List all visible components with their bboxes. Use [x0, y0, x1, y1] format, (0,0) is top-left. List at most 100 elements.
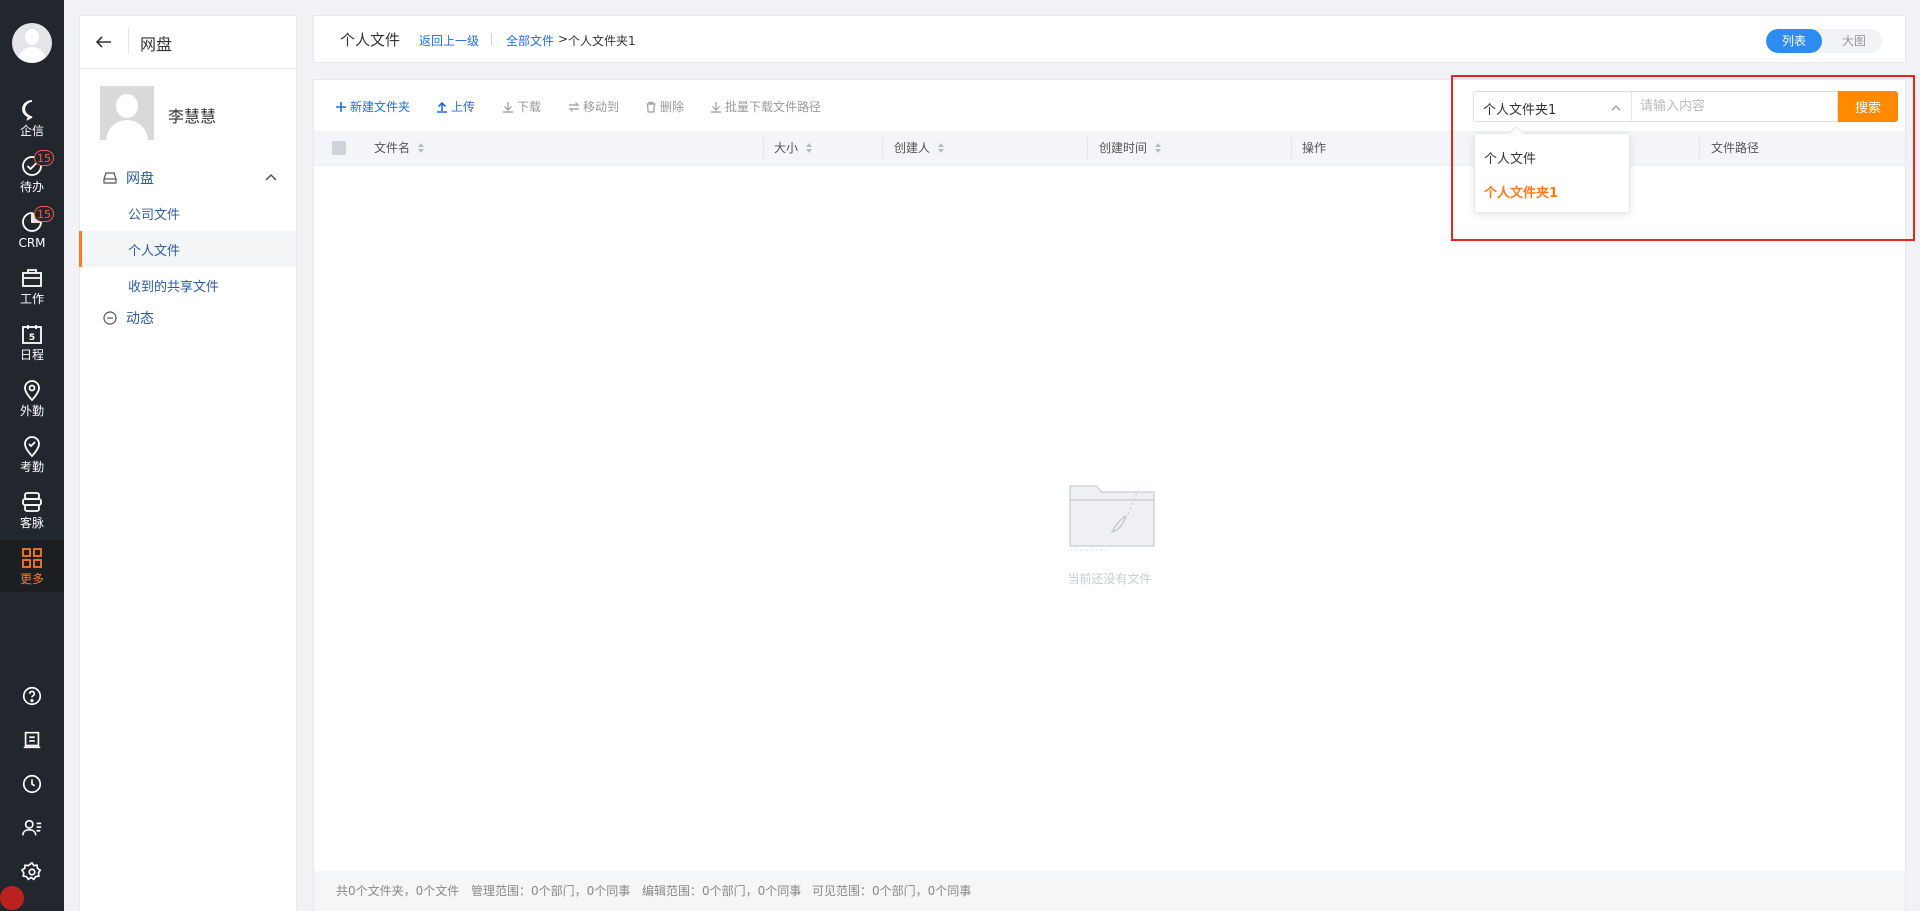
- chevron-up-icon[interactable]: [264, 171, 278, 185]
- column-divider: [1699, 137, 1700, 159]
- sidebar-item-personal-files[interactable]: 个人文件: [79, 231, 296, 267]
- upload-button[interactable]: 上传: [436, 98, 475, 115]
- netdisk-sidebar: 网盘 李慧慧 网盘 公司文件 个人文件 收到的共享文件 动态: [79, 15, 297, 911]
- contacts-button[interactable]: [0, 808, 64, 848]
- breadcrumb-separator: [491, 33, 492, 45]
- notes-icon: [23, 731, 41, 749]
- nav-item-work[interactable]: 工作: [0, 264, 64, 320]
- select-all-checkbox[interactable]: [332, 141, 346, 155]
- sidebar-item-dynamics[interactable]: 动态: [80, 303, 296, 333]
- sidebar-item-label: 公司文件: [128, 208, 181, 223]
- status-dot: [0, 886, 24, 910]
- sidebar-item-company-files[interactable]: 公司文件: [80, 195, 296, 231]
- sort-icon[interactable]: [938, 143, 945, 154]
- manage-scope: 管理范围：0个部门，0个同事: [471, 884, 631, 898]
- nav-label: 更多: [19, 572, 44, 586]
- column-label: 文件名: [374, 141, 411, 155]
- column-actions: 操作: [1302, 131, 1326, 165]
- search-scope-select[interactable]: 个人文件夹1: [1473, 91, 1631, 122]
- nav-item-todo[interactable]: 15 待办: [0, 150, 64, 208]
- page-title: 个人文件: [340, 31, 401, 49]
- sort-icon[interactable]: [418, 143, 425, 154]
- new-folder-button[interactable]: 新建文件夹: [335, 98, 410, 115]
- column-label: 创建人: [894, 141, 931, 155]
- nav-label: 外勤: [19, 404, 44, 418]
- empty-state-text: 当前还没有文件: [1067, 572, 1152, 586]
- column-divider: [1087, 137, 1088, 159]
- nav-item-more[interactable]: 更多: [0, 540, 64, 592]
- sidebar-item-label: 收到的共享文件: [128, 280, 220, 295]
- empty-folder-icon: [1069, 485, 1155, 551]
- nav-item-crm[interactable]: 15 CRM: [0, 206, 64, 264]
- notes-button[interactable]: [0, 720, 64, 760]
- delete-button[interactable]: 删除: [645, 98, 684, 115]
- nav-label: 工作: [19, 292, 44, 306]
- breadcrumb-all-files[interactable]: 全部文件: [506, 32, 554, 49]
- view-toggle: 列表 大图: [1766, 29, 1882, 53]
- column-created-time[interactable]: 创建时间: [1099, 131, 1162, 165]
- settings-icon: [21, 861, 42, 881]
- todo-badge: 15: [34, 150, 54, 166]
- back-up-link[interactable]: 返回上一级: [419, 32, 479, 49]
- column-creator[interactable]: 创建人: [894, 131, 945, 165]
- column-size[interactable]: 大小: [774, 131, 813, 165]
- nav-label: 客脉: [19, 516, 44, 530]
- column-label: 操作: [1302, 141, 1327, 155]
- swap-icon: [568, 101, 580, 112]
- move-to-button[interactable]: 移动到: [568, 98, 619, 115]
- back-arrow-icon[interactable]: [94, 32, 114, 52]
- batch-download-path-button[interactable]: 批量下载文件路径: [710, 98, 821, 115]
- download-icon: [711, 101, 721, 113]
- drive-icon: [103, 172, 117, 184]
- scope-option-personal-folder-1[interactable]: 个人文件夹1: [1484, 182, 1558, 201]
- view-list-button[interactable]: 列表: [1766, 29, 1822, 53]
- breadcrumb-current: 个人文件夹1: [568, 34, 636, 48]
- sidebar-item-netdisk[interactable]: 网盘: [80, 159, 296, 195]
- column-divider: [1291, 137, 1292, 159]
- sort-icon[interactable]: [806, 143, 813, 154]
- nav-label: CRM: [18, 236, 46, 250]
- nav-item-customer[interactable]: 客脉: [0, 488, 64, 544]
- download-button[interactable]: 下载: [502, 98, 541, 115]
- column-divider: [882, 137, 883, 159]
- nav-label: 日程: [19, 348, 44, 362]
- search-input[interactable]: [1631, 91, 1838, 122]
- nav-item-schedule[interactable]: 5 日程: [0, 320, 64, 376]
- sidebar-item-label: 网盘: [126, 171, 154, 187]
- nav-item-field[interactable]: 外勤: [0, 376, 64, 432]
- nav-item-qixin[interactable]: 企信: [0, 96, 64, 152]
- profile-avatar: [100, 86, 154, 140]
- column-label: 文件路径: [1711, 141, 1760, 155]
- dynamics-icon: [103, 311, 117, 325]
- button-label: 下载: [517, 100, 542, 114]
- view-grid-button[interactable]: 大图: [1826, 29, 1882, 53]
- column-label: 大小: [774, 141, 799, 155]
- user-avatar[interactable]: [12, 23, 52, 63]
- customer-stack-icon: [22, 492, 42, 512]
- button-label: 删除: [660, 100, 685, 114]
- calendar-icon: 5: [22, 325, 42, 344]
- sort-icon[interactable]: [1155, 143, 1162, 154]
- sidebar-item-label: 个人文件: [128, 244, 181, 259]
- check-badge-icon: [24, 436, 40, 458]
- svg-text:5: 5: [29, 333, 35, 343]
- search-button[interactable]: 搜索: [1838, 91, 1898, 122]
- nav-item-attendance[interactable]: 考勤: [0, 432, 64, 488]
- file-list-panel: 新建文件夹 上传 下载 移动到 删除 批量下载文件路径 文件名 大小 创建人 创…: [313, 79, 1906, 911]
- crm-badge: 15: [34, 206, 54, 222]
- scope-option-personal-files[interactable]: 个人文件: [1484, 148, 1536, 167]
- visible-scope: 可见范围：0个部门，0个同事: [812, 884, 972, 898]
- button-label: 上传: [451, 100, 476, 114]
- chat-bubble-icon: [22, 100, 33, 121]
- button-label: 批量下载文件路径: [725, 100, 822, 114]
- sidebar-item-label: 动态: [126, 311, 154, 327]
- column-file-name[interactable]: 文件名: [374, 131, 425, 165]
- sidebar-item-shared-files[interactable]: 收到的共享文件: [80, 267, 296, 303]
- nav-label: 企信: [19, 124, 44, 138]
- sidebar-title: 网盘: [140, 35, 173, 54]
- sidebar-header: 网盘: [80, 16, 296, 69]
- nav-label: 考勤: [19, 460, 44, 474]
- edit-scope: 编辑范围：0个部门，0个同事: [642, 884, 802, 898]
- clock-button[interactable]: [0, 764, 64, 804]
- help-button[interactable]: [0, 676, 64, 716]
